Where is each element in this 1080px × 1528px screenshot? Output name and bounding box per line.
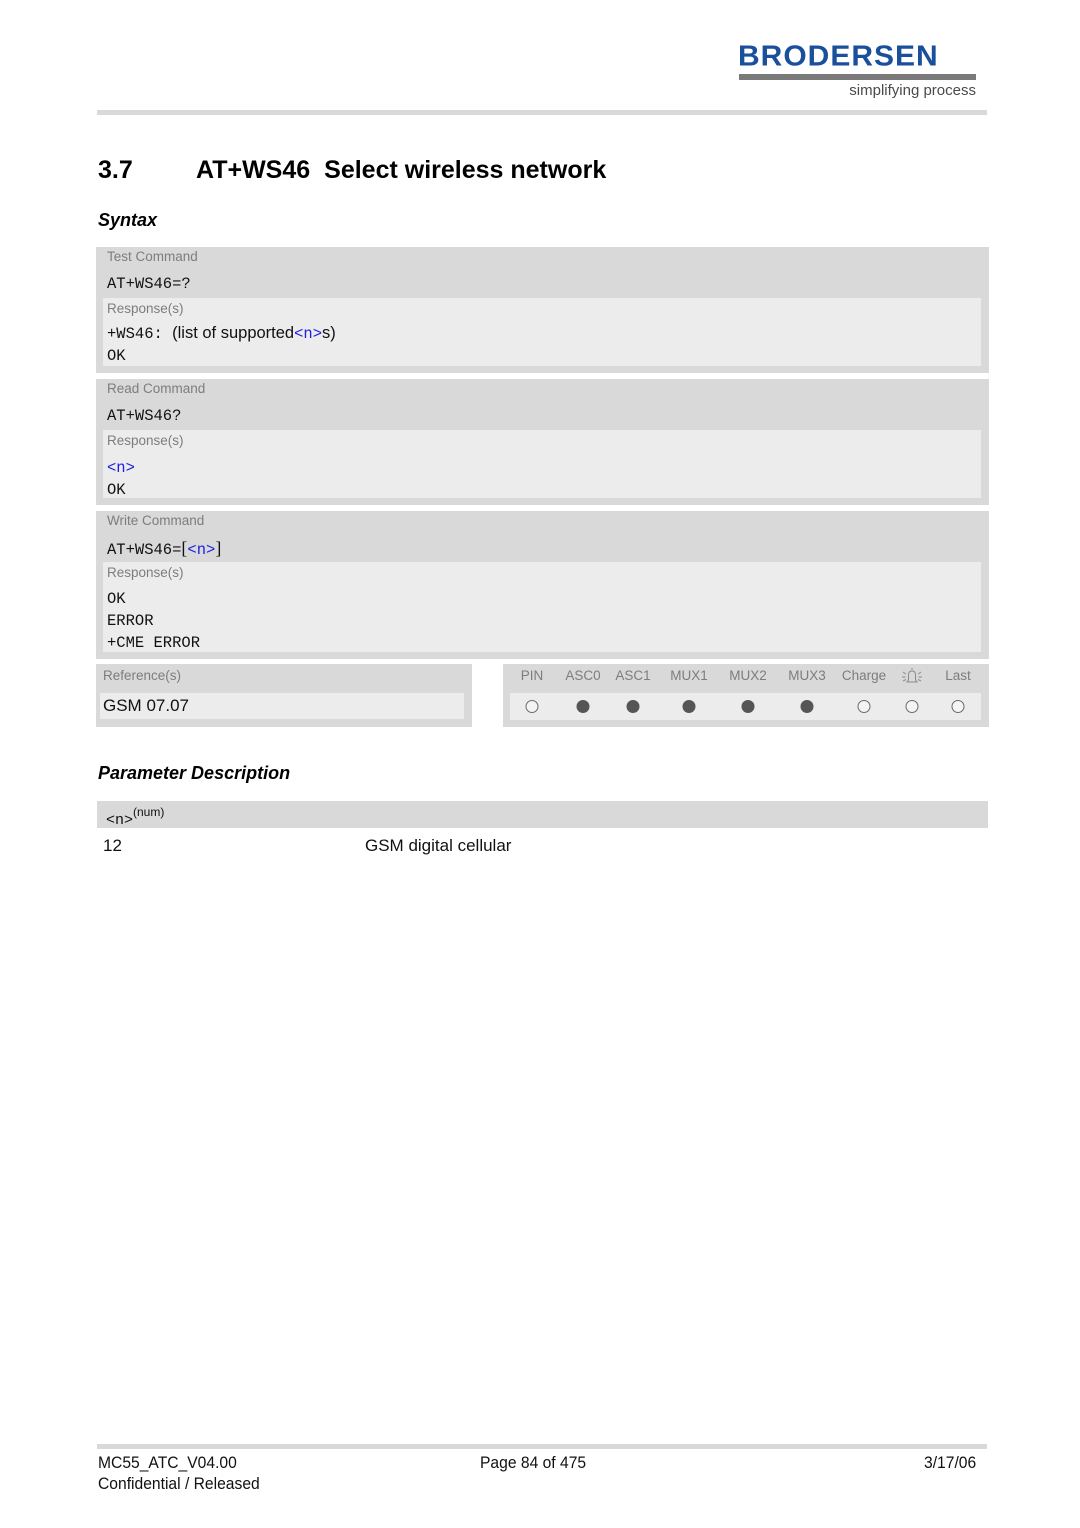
matrix-col-charge: Charge [841, 668, 887, 683]
header-divider [97, 110, 987, 115]
read-command-label: Read Command [107, 381, 206, 396]
response-line: OK [107, 590, 126, 608]
response-line: +WS46: (list of supported<n>s) [107, 324, 336, 343]
read-command-syntax: AT+WS46? [107, 407, 182, 425]
footer-classification: Confidential / Released [98, 1474, 260, 1493]
responses-label: Response(s) [107, 301, 184, 316]
test-command-block: Test Command AT+WS46=? Response(s) +WS46… [96, 247, 989, 373]
logo-tagline: simplifying process [849, 82, 976, 99]
responses-label: Response(s) [107, 433, 184, 448]
matrix-col-mux2: MUX2 [729, 668, 767, 683]
footer-date: 3/17/06 [924, 1453, 977, 1472]
param-n-link[interactable]: <n> [294, 325, 322, 343]
syntax-heading: Syntax [98, 210, 158, 230]
reference-value: GSM 07.07 [103, 696, 189, 715]
matrix-col-mux1: MUX1 [670, 668, 708, 683]
brodersen-logo: BRODERSEN simplifying process [738, 40, 978, 102]
response-text-suffix: s) [322, 324, 336, 342]
status-dot-charge [857, 700, 871, 713]
footer-page-number: Page 84 of 475 [480, 1453, 587, 1472]
parameter-value: 12 [103, 836, 122, 855]
matrix-col-mux3: MUX3 [788, 668, 826, 683]
parameter-name: <n>(num) [106, 805, 165, 829]
param-n-link[interactable]: <n> [107, 459, 135, 477]
write-command-label: Write Command [107, 513, 205, 528]
status-dot-asc0 [576, 700, 590, 713]
optional-bracket-close: ] [215, 538, 222, 558]
response-text: (list of supported [172, 324, 295, 342]
parameter-type: (num) [133, 805, 165, 819]
param-n-link[interactable]: <n> [187, 541, 215, 559]
applicability-matrix: PIN ASC0 ASC1 MUX1 MUX2 MUX3 Charge Last [503, 664, 989, 727]
write-command-responses: Response(s) OK ERROR +CME ERROR [103, 562, 981, 652]
status-dot-mux2 [741, 700, 755, 713]
matrix-col-asc1: ASC1 [615, 668, 651, 683]
section-number: 3.7 [98, 156, 133, 184]
references-value-box: GSM 07.07 [100, 693, 464, 719]
page-title: 3.7 AT+WS46 Select wireless network [98, 156, 606, 185]
references-label: Reference(s) [103, 668, 182, 683]
parameter-name-text: <n> [106, 812, 134, 829]
status-dot-asc1 [626, 700, 640, 713]
parameter-description-heading: Parameter Description [98, 763, 291, 783]
applicability-row [510, 693, 981, 720]
write-command-syntax: AT+WS46=[<n>] [107, 538, 221, 559]
logo-bar [739, 74, 976, 80]
response-ok: OK [107, 347, 126, 365]
response-prefix: +WS46: [107, 325, 173, 343]
section-title-text: Select wireless network [324, 156, 607, 184]
test-command-syntax: AT+WS46=? [107, 275, 191, 293]
status-dot-mux1 [682, 700, 696, 713]
matrix-col-pin: PIN [520, 668, 544, 683]
alarm-bell-icon [900, 667, 924, 690]
matrix-col-asc0: ASC0 [565, 668, 601, 683]
response-line: +CME ERROR [107, 634, 201, 652]
parameter-header-n: <n>(num) [97, 801, 988, 829]
response-ok: OK [107, 481, 126, 499]
test-command-responses: Response(s) +WS46: (list of supported<n>… [103, 298, 981, 366]
references-block: Reference(s) GSM 07.07 [96, 664, 472, 727]
footer-doc-id: MC55_ATC_V04.00 [98, 1453, 237, 1472]
section-command: AT+WS46 [196, 156, 311, 184]
matrix-col-last: Last [945, 668, 971, 683]
status-dot-pin [525, 700, 539, 713]
status-dot-alarm [905, 700, 919, 713]
responses-label: Response(s) [107, 565, 184, 580]
write-syntax-prefix: AT+WS46= [107, 541, 182, 559]
response-line: ERROR [107, 612, 154, 630]
status-dot-last [951, 700, 965, 713]
parameter-value-description: GSM digital cellular [365, 836, 512, 855]
status-dot-mux3 [800, 700, 814, 713]
test-command-label: Test Command [107, 249, 198, 264]
read-command-block: Read Command AT+WS46? Response(s) <n> OK [96, 379, 989, 505]
read-command-responses: Response(s) <n> OK [103, 430, 981, 499]
footer-divider [97, 1444, 987, 1449]
logo-wordmark: BRODERSEN [738, 40, 939, 73]
write-command-block: Write Command AT+WS46=[<n>] Response(s) … [96, 511, 989, 659]
